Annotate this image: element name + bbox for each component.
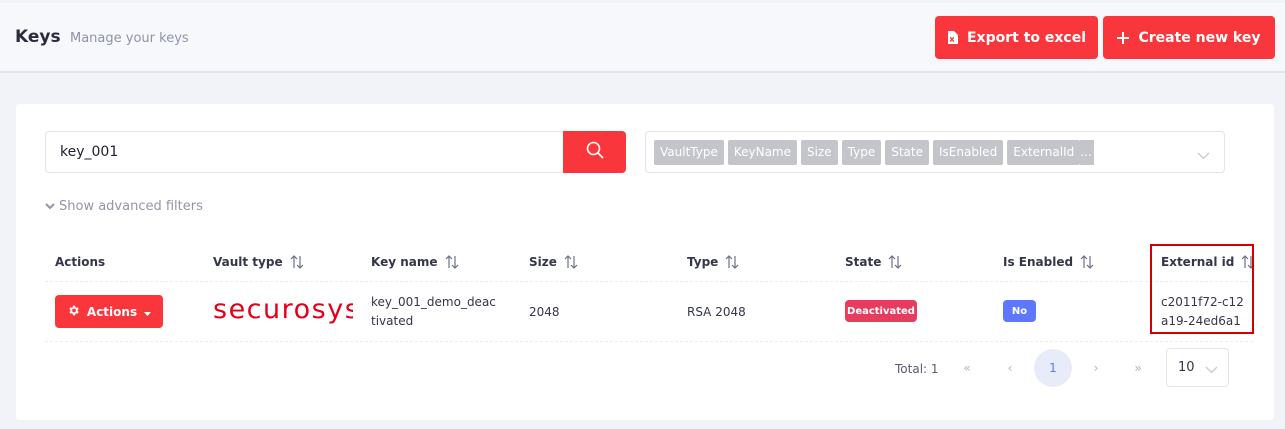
column-chip-vaulttype: VaultType bbox=[654, 139, 724, 165]
sort-icon[interactable] bbox=[445, 255, 459, 269]
export-to-excel-button[interactable]: Export to excel bbox=[935, 16, 1098, 59]
header-label: Type bbox=[687, 255, 719, 269]
gear-icon bbox=[67, 304, 80, 320]
column-chip-overflow: ... bbox=[1080, 139, 1094, 165]
chevron-down-icon bbox=[45, 199, 55, 214]
last-page-button[interactable]: » bbox=[1119, 349, 1157, 387]
external-id-highlight-box bbox=[1150, 244, 1254, 334]
row-separator bbox=[45, 281, 1253, 282]
column-chip-isenabled: IsEnabled bbox=[932, 139, 1004, 165]
caret-down-icon bbox=[144, 305, 152, 319]
create-button-label: Create new key bbox=[1138, 29, 1261, 46]
header-label: Actions bbox=[55, 255, 106, 269]
header-label: Key name bbox=[371, 255, 438, 269]
key-name-cell: key_001_demo_deactivated bbox=[371, 295, 496, 328]
page-subtitle: Manage your keys bbox=[70, 31, 189, 46]
page-title: Keys bbox=[15, 27, 61, 47]
header-label: Is Enabled bbox=[1003, 255, 1074, 269]
chevron-down-icon bbox=[1205, 363, 1218, 378]
row-separator bbox=[45, 341, 1253, 342]
plus-icon bbox=[1117, 31, 1130, 44]
next-page-button[interactable]: › bbox=[1077, 349, 1115, 387]
advanced-filters-label: Show advanced filters bbox=[59, 199, 203, 214]
sort-icon[interactable] bbox=[1080, 255, 1094, 269]
search-input-value: key_001 bbox=[60, 144, 119, 160]
column-header-type[interactable]: Type bbox=[687, 255, 739, 269]
sort-icon[interactable] bbox=[725, 255, 739, 269]
export-button-label: Export to excel bbox=[966, 29, 1086, 46]
column-header-size[interactable]: Size bbox=[529, 255, 578, 269]
page-header: Keys Manage your keys Export to excel Cr… bbox=[0, 3, 1285, 73]
sort-icon[interactable] bbox=[888, 255, 902, 269]
first-page-button[interactable]: « bbox=[948, 349, 986, 387]
page-1-button[interactable]: 1 bbox=[1034, 349, 1072, 387]
is-enabled-badge: No bbox=[1003, 300, 1036, 322]
excel-file-icon bbox=[947, 31, 958, 44]
column-header-vault-type[interactable]: Vault type bbox=[213, 255, 304, 269]
header-label: Size bbox=[529, 255, 557, 269]
actions-button-label: Actions bbox=[86, 304, 138, 319]
type-cell: RSA 2048 bbox=[687, 305, 746, 319]
column-header-actions: Actions bbox=[55, 255, 105, 269]
search-icon bbox=[586, 141, 604, 163]
sort-icon[interactable] bbox=[290, 255, 304, 269]
column-chip-state: State bbox=[885, 139, 929, 165]
page-size-select[interactable]: 10 bbox=[1166, 348, 1229, 387]
column-chip-keyname: KeyName bbox=[727, 139, 798, 165]
page-size-value: 10 bbox=[1178, 360, 1195, 375]
prev-page-button[interactable]: ‹ bbox=[991, 349, 1029, 387]
search-input[interactable]: key_001 bbox=[45, 131, 564, 173]
create-new-key-button[interactable]: Create new key bbox=[1103, 16, 1275, 59]
column-chip-size: Size bbox=[801, 139, 838, 165]
header-label: Vault type bbox=[213, 255, 283, 269]
column-header-state[interactable]: State bbox=[845, 255, 902, 269]
column-chip-type: Type bbox=[841, 139, 882, 165]
securosys-logo: securosys bbox=[213, 294, 353, 325]
state-badge: Deactivated bbox=[845, 300, 917, 322]
column-chip-externalid: ExternalId bbox=[1007, 139, 1081, 165]
keys-card: key_001 VaultType KeyName Size Type Stat… bbox=[16, 104, 1274, 420]
show-advanced-filters-toggle[interactable]: Show advanced filters bbox=[45, 199, 203, 214]
row-actions-button[interactable]: Actions bbox=[55, 295, 163, 328]
chevron-down-icon bbox=[1197, 145, 1210, 164]
column-header-is-enabled[interactable]: Is Enabled bbox=[1003, 255, 1094, 269]
total-count: Total: 1 bbox=[895, 362, 939, 376]
size-cell: 2048 bbox=[529, 305, 560, 319]
sort-icon[interactable] bbox=[564, 255, 578, 269]
search-button[interactable] bbox=[563, 131, 626, 173]
header-label: State bbox=[845, 255, 882, 269]
column-header-key-name[interactable]: Key name bbox=[371, 255, 459, 269]
columns-multiselect[interactable]: VaultType KeyName Size Type State IsEnab… bbox=[645, 131, 1225, 173]
